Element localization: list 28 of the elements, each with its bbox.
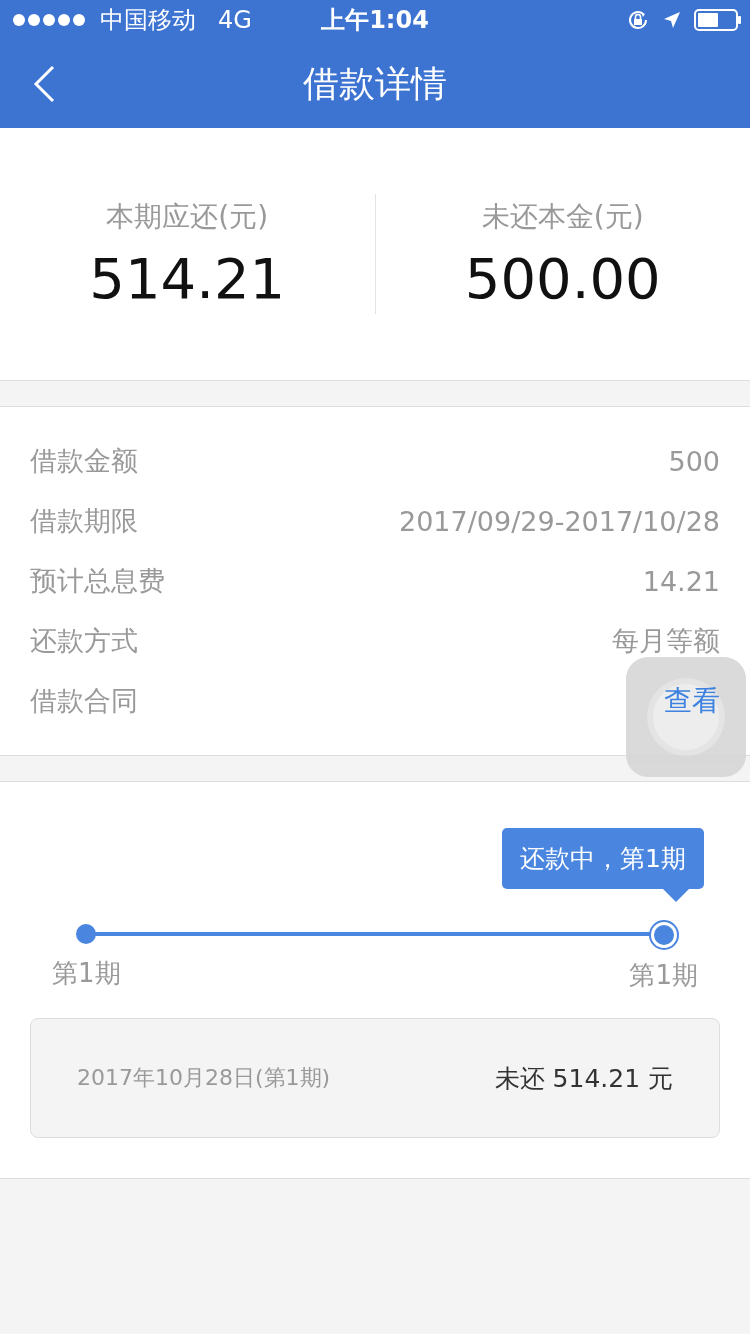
battery-icon [694, 9, 742, 31]
detail-label: 预计总息费 [30, 564, 165, 598]
location-icon [662, 10, 682, 30]
detail-label: 借款合同 [30, 684, 138, 718]
summary-value: 514.21 [89, 245, 286, 311]
summary-label: 本期应还(元) [106, 198, 269, 235]
carrier-name: 中国移动 [100, 5, 196, 36]
summary-value: 500.00 [464, 245, 661, 311]
summary-label: 未还本金(元) [481, 198, 644, 235]
period-label: 第1期 [629, 959, 698, 992]
detail-value: 500 [668, 445, 720, 477]
detail-label: 还款方式 [30, 624, 138, 658]
floating-button[interactable] [626, 657, 746, 777]
detail-value: 14.21 [642, 565, 720, 597]
page-title: 借款详情 [303, 61, 447, 106]
detail-label: 借款金额 [30, 444, 138, 478]
detail-value: 每月等额 [612, 624, 720, 658]
status-tooltip: 还款中，第1期 [502, 828, 704, 889]
rotation-lock-icon [626, 8, 650, 32]
clock-time: 上午1:04 [320, 5, 430, 36]
tooltip-pointer-icon [662, 888, 690, 902]
bill-amount: 未还 514.21 元 [494, 1062, 673, 1095]
detail-label: 借款期限 [30, 504, 138, 538]
network-type: 4G [218, 6, 252, 34]
back-icon[interactable] [32, 65, 56, 103]
detail-value: 2017/09/29-2017/10/28 [399, 505, 720, 537]
bill-date: 2017年10月28日(第1期) [77, 1064, 331, 1092]
period-label: 第1期 [52, 957, 121, 990]
